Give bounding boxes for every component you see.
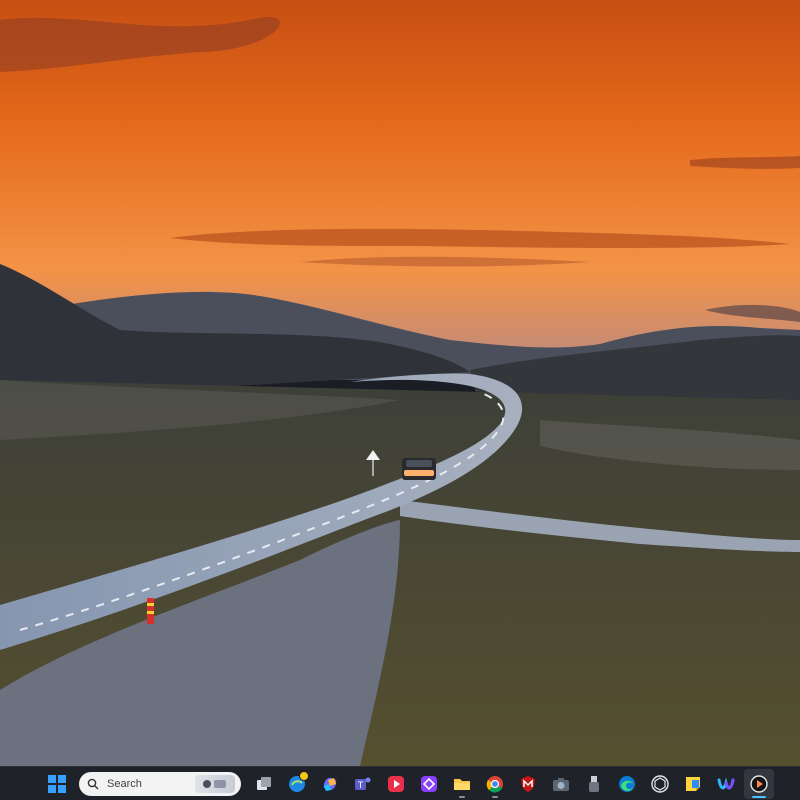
search-highlight-image [195,774,235,793]
shield-icon [521,775,535,792]
taskbar-widgets[interactable] [282,769,312,799]
desktop-wallpaper [0,0,800,766]
taskbar-task-view[interactable] [249,769,279,799]
taskbar-chrome[interactable] [480,769,510,799]
taskbar-video-player[interactable] [744,768,774,799]
search-icon [87,778,99,789]
taskbar: Search T [0,766,800,800]
svg-text:T: T [358,780,364,790]
edge-icon [619,775,635,792]
video-player-icon [750,774,768,793]
taskbar-webex[interactable] [711,769,741,799]
taskbar-mcafee[interactable] [513,769,543,799]
camera-icon [553,777,569,791]
taskbar-media-player[interactable] [381,769,411,799]
folder-icon [454,778,470,790]
taskbar-file-explorer[interactable] [447,769,477,799]
car [402,458,436,480]
usb-icon [589,775,599,792]
play-icon [388,775,404,792]
taskbar-edge[interactable] [612,769,642,799]
diamond-app-icon [421,775,437,792]
search-box[interactable]: Search [79,771,241,796]
webex-icon [717,777,735,789]
taskbar-camera[interactable] [546,769,576,799]
copilot-icon [323,777,337,791]
taskbar-usb-tool[interactable] [579,769,609,799]
chrome-icon [486,775,503,792]
openai-icon [651,774,669,793]
taskbar-clipchamp[interactable] [414,769,444,799]
snow-pole [147,598,154,624]
start-button[interactable] [42,769,72,799]
taskbar-teams[interactable]: T [348,769,378,799]
sticky-note-icon [686,776,700,791]
task-view-icon [257,776,271,790]
search-label: Search [107,777,142,790]
wallpaper-image [0,0,800,766]
notification-badge [299,770,309,781]
taskbar-openai[interactable] [645,769,675,799]
windows-logo-icon [48,774,66,793]
teams-icon: T [355,777,371,790]
taskbar-copilot[interactable] [315,769,345,799]
taskbar-sticky-notes[interactable] [678,769,708,799]
